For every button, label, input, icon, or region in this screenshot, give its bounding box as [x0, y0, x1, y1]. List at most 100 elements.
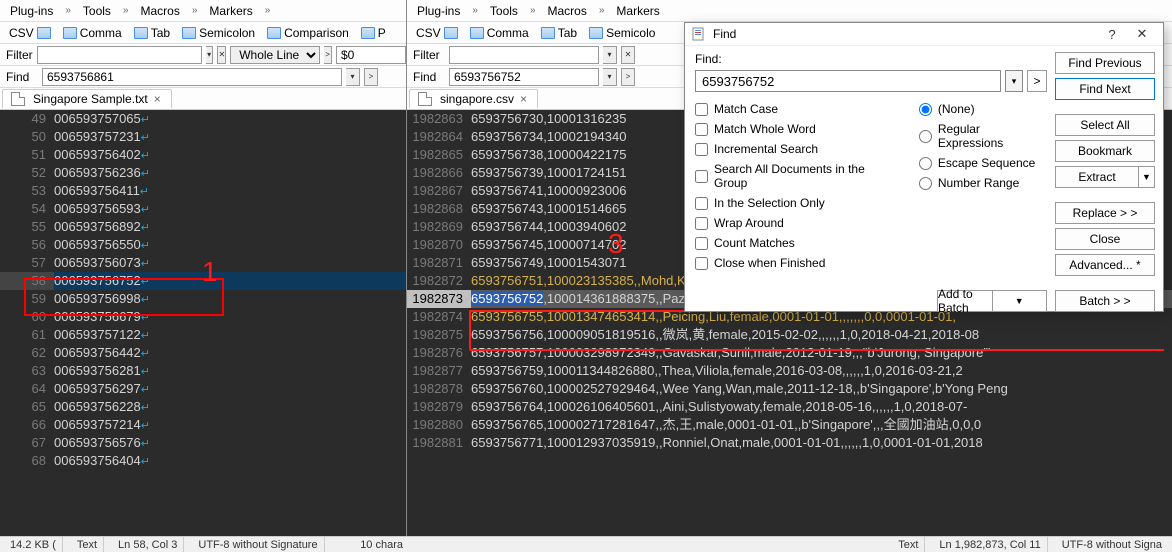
opt-number-range[interactable]: Number Range	[919, 176, 1047, 190]
editor-line[interactable]: 19828806593756765,100002717281647,,杰,王,m…	[407, 416, 1172, 434]
close-icon[interactable]: ✕	[1127, 23, 1157, 45]
close-button[interactable]: Close	[1055, 228, 1155, 250]
ext-button[interactable]: >	[364, 68, 378, 86]
opt-search-all-docs[interactable]: Search All Documents in the Group	[695, 162, 899, 190]
dropdown-icon[interactable]: ▾	[1005, 70, 1023, 92]
dropdown-icon[interactable]: ▾	[603, 68, 617, 86]
find-input[interactable]	[42, 68, 342, 86]
csv-mode-comparison[interactable]: Comparison	[264, 25, 356, 41]
csv-mode-comma[interactable]: Comma	[60, 25, 129, 41]
opt-escape-sequence[interactable]: Escape Sequence	[919, 156, 1047, 170]
menu-tools[interactable]: Tools	[79, 2, 115, 20]
opt-match-whole-word[interactable]: Match Whole Word	[695, 122, 899, 136]
dropdown-icon[interactable]: ▾	[206, 46, 214, 64]
opt-match-case[interactable]: Match Case	[695, 102, 899, 116]
batch-button[interactable]: Batch > >	[1055, 290, 1155, 312]
csv-mode-comma[interactable]: Comma	[467, 25, 536, 41]
dropdown-icon[interactable]: ▾	[603, 46, 617, 64]
opt-regex[interactable]: Regular Expressions	[919, 122, 1047, 150]
editor-line[interactable]: 19828756593756756,100009051819516,,微岚,黄,…	[407, 326, 1172, 344]
menu-plugins[interactable]: Plug-ins	[6, 2, 57, 20]
menu-plugins[interactable]: Plug-ins	[413, 2, 464, 20]
csv-mode-csv[interactable]: CSV	[413, 25, 465, 41]
editor-line[interactable]: 66006593757214↵	[0, 416, 406, 434]
editor-line[interactable]: 62006593756442↵	[0, 344, 406, 362]
filter-replace-input[interactable]	[336, 46, 406, 64]
opt-close-when-finished[interactable]: Close when Finished	[695, 256, 899, 270]
line-text: 006593756297↵	[54, 380, 406, 398]
help-button[interactable]: ?	[1097, 23, 1127, 45]
extract-button[interactable]: Extract▼	[1055, 166, 1155, 188]
csv-mode-tab[interactable]: Tab	[131, 25, 177, 41]
filter-input[interactable]	[37, 46, 202, 64]
csv-mode-semicolon[interactable]: Semicolo	[586, 25, 662, 41]
opt-wrap-around[interactable]: Wrap Around	[695, 216, 899, 230]
find-text-input[interactable]	[695, 70, 1001, 92]
editor-line[interactable]: 59006593756998↵	[0, 290, 406, 308]
replace-button[interactable]: Replace > >	[1055, 202, 1155, 224]
dialog-titlebar[interactable]: Find ? ✕	[685, 23, 1163, 46]
editor-line[interactable]: 61006593757122↵	[0, 326, 406, 344]
line-number: 1982875	[407, 326, 471, 344]
editor-line[interactable]: 19828796593756764,100026106405601,,Aini,…	[407, 398, 1172, 416]
grid-icon	[63, 27, 77, 39]
editor-line[interactable]: 53006593756411↵	[0, 182, 406, 200]
editor-line[interactable]: 50006593757231↵	[0, 128, 406, 146]
dropdown-icon[interactable]: ▼	[992, 291, 1047, 311]
opt-regex-none[interactable]: (None)	[919, 102, 1047, 116]
editor-line[interactable]: 19828766593756757,100003298972349,,Gavas…	[407, 344, 1172, 362]
select-all-button[interactable]: Select All	[1055, 114, 1155, 136]
editor-line[interactable]: 55006593756892↵	[0, 218, 406, 236]
menu-markers[interactable]: Markers	[205, 2, 256, 20]
menu-macros[interactable]: Macros	[137, 2, 184, 20]
annotation-label-3: 3	[608, 228, 624, 260]
find-next-button[interactable]: Find Next	[1055, 78, 1155, 100]
opt-selection-only[interactable]: In the Selection Only	[695, 196, 899, 210]
line-number: 58	[0, 272, 54, 290]
editor-line[interactable]: 51006593756402↵	[0, 146, 406, 164]
editor-line[interactable]: 67006593756576↵	[0, 434, 406, 452]
csv-mode-p[interactable]: P	[358, 25, 393, 41]
line-text: 006593756998↵	[54, 290, 406, 308]
editor-line[interactable]: 63006593756281↵	[0, 362, 406, 380]
menu-markers[interactable]: Markers	[612, 2, 663, 20]
close-icon[interactable]: ×	[518, 92, 529, 106]
find-input[interactable]	[449, 68, 599, 86]
close-icon[interactable]: ×	[152, 92, 163, 106]
editor-line[interactable]: 65006593756228↵	[0, 398, 406, 416]
file-tab[interactable]: singapore.csv ×	[409, 89, 538, 108]
ext-button[interactable]: ✕	[621, 46, 635, 64]
editor-line[interactable]: 56006593756550↵	[0, 236, 406, 254]
find-previous-button[interactable]: Find Previous	[1055, 52, 1155, 74]
editor-line[interactable]: 64006593756297↵	[0, 380, 406, 398]
dropdown-icon[interactable]: ▾	[346, 68, 360, 86]
file-tab[interactable]: Singapore Sample.txt ×	[2, 89, 172, 108]
editor-line[interactable]: 19828786593756760,100002527929464,,Wee Y…	[407, 380, 1172, 398]
editor-line[interactable]: 19828816593756771,100012937035919,,Ronni…	[407, 434, 1172, 452]
opt-count-matches[interactable]: Count Matches	[695, 236, 899, 250]
editor-line[interactable]: 54006593756593↵	[0, 200, 406, 218]
menu-macros[interactable]: Macros	[544, 2, 591, 20]
menu-tools[interactable]: Tools	[486, 2, 522, 20]
line-text: 006593756576↵	[54, 434, 406, 452]
ext-button[interactable]: >	[621, 68, 635, 86]
opt-incremental[interactable]: Incremental Search	[695, 142, 899, 156]
editor-line[interactable]: 49006593757065↵	[0, 110, 406, 128]
csv-mode-semicolon[interactable]: Semicolon	[179, 25, 262, 41]
find-ext-button[interactable]: >	[1027, 70, 1047, 92]
editor-line[interactable]: 60006593756679↵	[0, 308, 406, 326]
ext-button[interactable]: ✕	[217, 46, 226, 64]
advanced-button[interactable]: Advanced... *	[1055, 254, 1155, 276]
filter-mode-select[interactable]: Whole Line	[230, 46, 320, 64]
filter-input[interactable]	[449, 46, 599, 64]
editor-line[interactable]: 19828776593756759,100011344826880,,Thea,…	[407, 362, 1172, 380]
bookmark-button[interactable]: Bookmark	[1055, 140, 1155, 162]
dropdown-icon[interactable]: ▼	[1138, 167, 1154, 187]
text-editor[interactable]: 49006593757065↵50006593757231↵5100659375…	[0, 110, 406, 552]
editor-line[interactable]: 52006593756236↵	[0, 164, 406, 182]
add-to-batch-button[interactable]: Add to Batch▼	[937, 290, 1047, 312]
ext-button[interactable]: >	[324, 46, 332, 64]
editor-line[interactable]: 68006593756404↵	[0, 452, 406, 470]
csv-mode-csv[interactable]: CSV	[6, 25, 58, 41]
csv-mode-tab[interactable]: Tab	[538, 25, 584, 41]
